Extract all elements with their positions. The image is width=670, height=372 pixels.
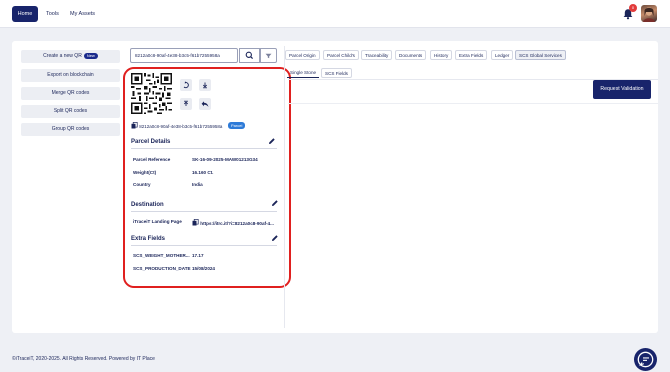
split-qr-button[interactable]: Split QR codes (21, 105, 120, 118)
main-card: Create a new QR New Export on blockchain … (12, 41, 658, 333)
tab-documents[interactable]: Documents (395, 50, 427, 60)
nav-tools[interactable]: Tools (40, 6, 65, 22)
group-qr-button[interactable]: Group QR codes (21, 123, 120, 136)
request-validation-button[interactable]: Request Validation (593, 80, 651, 99)
tab-parcel-origin[interactable]: Parcel Origin (285, 50, 320, 60)
footer: ©iTraceiT, 2020-2025. All Rights Reserve… (12, 356, 155, 362)
create-qr-button[interactable]: Create a new QR New (21, 50, 120, 63)
top-navbar: Home Tools My Assets 0 (0, 0, 670, 28)
highlight-outline (123, 67, 291, 288)
tab-ledger[interactable]: Ledger (491, 50, 514, 60)
tab-history[interactable]: History (430, 50, 453, 60)
search-input[interactable]: 8212a0c8-90af-4e38-b3c5-f61b7255958a (130, 48, 238, 63)
chat-button[interactable] (634, 348, 657, 371)
subtab-single-stone[interactable]: Single Stone (287, 68, 320, 78)
avatar[interactable] (641, 5, 657, 22)
tab-scs-global-services[interactable]: SCS Global Services (515, 50, 566, 60)
filter-button[interactable] (260, 48, 277, 63)
tab-parcel-childs[interactable]: Parcel Child's (323, 50, 359, 60)
search-icon (245, 51, 254, 60)
nav-my-assets[interactable]: My Assets (64, 6, 101, 22)
merge-qr-button[interactable]: Merge QR codes (21, 87, 120, 100)
chat-icon (637, 351, 654, 368)
footer-brand-link[interactable]: IT Place (137, 356, 155, 362)
panel-divider (284, 46, 285, 328)
notification-count-badge: 0 (629, 4, 637, 12)
search-button[interactable] (239, 48, 260, 63)
new-badge: New (83, 52, 98, 59)
export-blockchain-button[interactable]: Export on blockchain (21, 69, 120, 82)
footer-text: ©iTraceiT, 2020-2025. All Rights Reserve… (12, 356, 136, 362)
subtab-scs-fields[interactable]: SCS Fields (321, 68, 352, 78)
tab-extra-fields[interactable]: Extra Fields (455, 50, 488, 60)
tab-traceability[interactable]: Traceability (361, 50, 393, 60)
nav-home[interactable]: Home (12, 6, 38, 22)
filter-icon (265, 53, 272, 59)
create-qr-label: Create a new QR (43, 53, 82, 59)
content-divider (288, 103, 658, 104)
